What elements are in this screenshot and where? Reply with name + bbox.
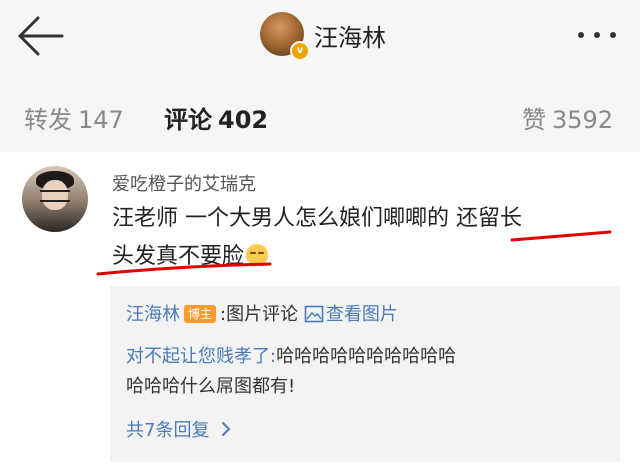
view-image-link[interactable]: 查看图片 bbox=[304, 304, 398, 325]
reply-text-part2: 哈哈哈什么屌图都有! bbox=[126, 376, 296, 397]
back-button[interactable] bbox=[14, 14, 66, 58]
reply-box[interactable]: 汪海林 博主:图片评论 查看图片 对不起让您贱孝了:哈哈哈哈哈哈哈哈哈哈 哈哈哈什… bbox=[110, 286, 620, 462]
tab-repost-count: 147 bbox=[78, 106, 124, 134]
avatar[interactable] bbox=[22, 166, 88, 232]
comment-username[interactable]: 爱吃橙子的艾瑞克 bbox=[112, 170, 256, 196]
top-bar: v 汪海林 bbox=[0, 0, 640, 74]
more-replies-label: 共7条回复 bbox=[126, 420, 210, 441]
image-comment-label: :图片评论 bbox=[220, 304, 299, 325]
tab-likes-label: 赞 bbox=[522, 106, 546, 134]
view-image-label: 查看图片 bbox=[325, 304, 398, 325]
tab-comments-label: 评论 bbox=[164, 106, 212, 134]
tab-comments[interactable]: 评论 402 bbox=[164, 100, 268, 135]
blogger-badge: 博主 bbox=[184, 305, 217, 323]
reply-text-part1: 哈哈哈哈哈哈哈哈哈哈 bbox=[276, 346, 457, 367]
reply-mention[interactable]: 对不起让您贱孝了: bbox=[126, 346, 276, 367]
comment-text-line2-content: 头发真不要脸 bbox=[112, 244, 245, 269]
comment-text: 汪老师 一个大男人怎么娘们唧唧的 还留长 头发真不要脸 bbox=[112, 200, 622, 276]
verified-badge-icon: v bbox=[290, 41, 310, 61]
chevron-right-icon bbox=[222, 422, 231, 436]
tab-repost[interactable]: 转发 147 bbox=[24, 100, 124, 135]
tab-likes-count: 3592 bbox=[552, 106, 614, 134]
reply-text: 对不起让您贱孝了:哈哈哈哈哈哈哈哈哈哈 哈哈哈什么屌图都有! bbox=[126, 342, 596, 402]
more-replies-link[interactable]: 共7条回复 bbox=[126, 416, 231, 442]
tab-comments-count: 402 bbox=[218, 106, 269, 134]
reply-author[interactable]: 汪海林 bbox=[126, 304, 180, 325]
tab-repost-label: 转发 bbox=[24, 106, 72, 134]
more-dots-icon[interactable] bbox=[572, 25, 622, 45]
comment-text-line1: 汪老师 一个大男人怎么娘们唧唧的 还留长 bbox=[112, 206, 522, 231]
page-title: 汪海林 bbox=[314, 24, 386, 52]
reply-header: 汪海林 博主:图片评论 查看图片 bbox=[126, 300, 398, 326]
comment-text-line2: 头发真不要脸 bbox=[112, 238, 622, 276]
tab-bar: 转发 147 评论 402 赞 3592 bbox=[0, 74, 640, 152]
tab-likes[interactable]: 赞 3592 bbox=[522, 100, 613, 135]
comment-item: 爱吃橙子的艾瑞克 汪老师 一个大男人怎么娘们唧唧的 还留长 头发真不要脸 汪海林… bbox=[0, 152, 640, 470]
emoji-smile-icon bbox=[246, 244, 269, 266]
image-icon bbox=[304, 305, 324, 323]
back-arrow-icon bbox=[18, 16, 64, 56]
